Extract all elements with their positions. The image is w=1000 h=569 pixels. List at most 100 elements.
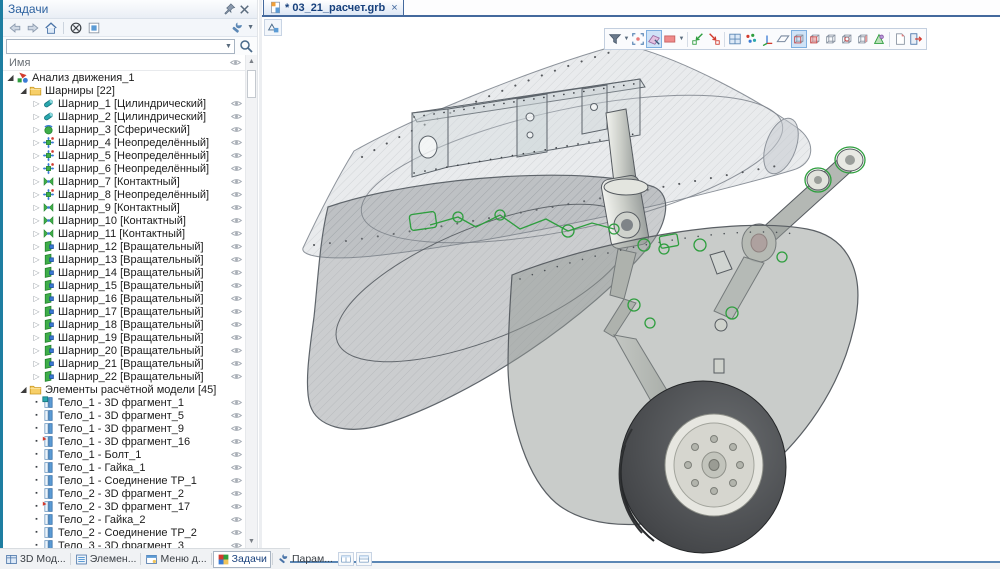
eye-icon[interactable] [230, 318, 243, 331]
eye-icon[interactable] [230, 396, 243, 409]
expander-collapsed[interactable]: ▷ [31, 370, 42, 383]
highlight-color-button[interactable] [662, 30, 678, 48]
cancel-red-button[interactable] [706, 30, 722, 48]
tree-row[interactable]: ▷Шарнир_20 [Вращательный] [3, 344, 246, 357]
tree-row[interactable]: ▷Шарнир_9 [Контактный] [3, 201, 246, 214]
scroll-up-icon[interactable]: ▲ [246, 55, 257, 68]
chevron-down-icon[interactable]: ▼ [223, 43, 234, 50]
eye-icon[interactable] [230, 279, 243, 292]
target-button[interactable] [67, 20, 85, 36]
expander-collapsed[interactable]: ▷ [31, 279, 42, 292]
eye-icon[interactable] [230, 513, 243, 526]
eye-icon[interactable] [230, 292, 243, 305]
tree-row[interactable]: ▷Шарнир_15 [Вращательный] [3, 279, 246, 292]
fit-selection-button[interactable] [630, 30, 646, 48]
eye-icon[interactable] [230, 435, 243, 448]
show-axes-button[interactable] [759, 30, 775, 48]
expander-collapsed[interactable]: ▷ [31, 175, 42, 188]
tree-row[interactable]: ▷Шарнир_19 [Вращательный] [3, 331, 246, 344]
eye-icon[interactable] [230, 409, 243, 422]
windows-layout-button[interactable] [727, 30, 743, 48]
expander-expanded[interactable]: ◢ [18, 84, 29, 97]
tree-row[interactable]: ▷Шарнир_14 [Вращательный] [3, 266, 246, 279]
tab-3d-model[interactable]: 3D Мод... [2, 551, 69, 568]
select-faces-button[interactable] [646, 30, 662, 48]
eye-icon[interactable] [230, 500, 243, 513]
tab-params[interactable]: Парам... [274, 551, 336, 568]
tree-row[interactable]: ▪Тело_1 - 3D фрагмент_1 [3, 396, 246, 409]
eye-icon[interactable] [230, 188, 243, 201]
chevron-down-icon[interactable]: ▼ [623, 36, 630, 42]
display-prism-button[interactable] [871, 30, 887, 48]
eye-icon[interactable] [230, 526, 243, 539]
eye-icon[interactable] [230, 97, 243, 110]
show-points-button[interactable] [743, 30, 759, 48]
tree-row[interactable]: ▪Тело_2 - Соединение ТР_2 [3, 526, 246, 539]
tab-tasks[interactable]: Задачи [213, 551, 271, 568]
expander-expanded[interactable]: ◢ [18, 383, 29, 396]
tree-row[interactable]: ▷Шарнир_7 [Контактный] [3, 175, 246, 188]
eye-icon[interactable] [230, 201, 243, 214]
tree-row[interactable]: ▪Тело_3 - 3D фрагмент_3 [3, 539, 246, 548]
eye-icon[interactable] [230, 461, 243, 474]
expander-collapsed[interactable]: ▷ [31, 162, 42, 175]
viewport-3d[interactable]: ▼▼ [262, 17, 1000, 561]
expander-collapsed[interactable]: ▷ [31, 110, 42, 123]
frame-button[interactable] [85, 20, 103, 36]
eye-icon[interactable] [230, 110, 243, 123]
tree-row[interactable]: ▷Шарнир_18 [Вращательный] [3, 318, 246, 331]
eye-icon[interactable] [230, 149, 243, 162]
expander-collapsed[interactable]: ▷ [31, 214, 42, 227]
display-wireframe-button[interactable] [791, 30, 807, 48]
expander-collapsed[interactable]: ▷ [31, 292, 42, 305]
close-panel-button[interactable] [237, 2, 252, 17]
forward-button[interactable] [24, 20, 42, 36]
tree-row[interactable]: ▷Шарнир_11 [Контактный] [3, 227, 246, 240]
eye-icon[interactable] [230, 474, 243, 487]
eye-icon[interactable] [230, 227, 243, 240]
tree-row[interactable]: ▷Шарнир_16 [Вращательный] [3, 292, 246, 305]
expander-collapsed[interactable]: ▷ [31, 97, 42, 110]
tree-row[interactable]: ▪Тело_1 - 3D фрагмент_9 [3, 422, 246, 435]
expander-collapsed[interactable]: ▷ [31, 318, 42, 331]
tree-row[interactable]: ◢Элементы расчётной модели [45] [3, 383, 246, 396]
tools-button[interactable] [228, 20, 246, 36]
expander-collapsed[interactable]: ▷ [31, 331, 42, 344]
tree-row[interactable]: ▷Шарнир_17 [Вращательный] [3, 305, 246, 318]
expander-collapsed[interactable]: ▷ [31, 253, 42, 266]
expander-collapsed[interactable]: ▷ [31, 240, 42, 253]
chevron-down-icon[interactable]: ▼ [678, 36, 685, 42]
selector-filter-button[interactable] [607, 30, 623, 48]
eye-icon[interactable] [230, 136, 243, 149]
chevron-down-icon[interactable]: ▼ [247, 24, 254, 31]
tree-column-header[interactable]: Имя [3, 55, 246, 71]
eye-icon[interactable] [230, 214, 243, 227]
eye-icon[interactable] [230, 305, 243, 318]
eye-icon[interactable] [230, 162, 243, 175]
eye-icon[interactable] [230, 344, 243, 357]
eye-icon[interactable] [230, 240, 243, 253]
tree-row[interactable]: ▪Тело_2 - 3D фрагмент_17 [3, 500, 246, 513]
eye-icon[interactable] [230, 123, 243, 136]
show-workplanes-button[interactable] [775, 30, 791, 48]
expander-expanded[interactable]: ◢ [5, 71, 16, 84]
tree-row[interactable]: ▷Шарнир_13 [Вращательный] [3, 253, 246, 266]
tree-row[interactable]: ▷Шарнир_8 [Неопределённый] [3, 188, 246, 201]
tree-row[interactable]: ▷Шарнир_6 [Неопределённый] [3, 162, 246, 175]
tree-row[interactable]: ▷Шарнир_3 [Сферический] [3, 123, 246, 136]
expander-collapsed[interactable]: ▷ [31, 149, 42, 162]
eye-icon[interactable] [230, 357, 243, 370]
tab-close-icon[interactable]: × [391, 3, 397, 13]
home-button[interactable] [42, 20, 60, 36]
display-shaded-button[interactable] [855, 30, 871, 48]
tree-row[interactable]: ▪Тело_2 - 3D фрагмент_2 [3, 487, 246, 500]
layout-columns-button[interactable] [338, 552, 354, 566]
scrollbar-thumb[interactable] [247, 70, 256, 98]
scene-structure-button[interactable] [264, 19, 282, 36]
eye-icon[interactable] [230, 422, 243, 435]
eye-icon[interactable] [230, 253, 243, 266]
tree-row[interactable]: ▷Шарнир_4 [Неопределённый] [3, 136, 246, 149]
tab-elements[interactable]: Элемен... [72, 551, 140, 568]
eye-icon[interactable] [230, 487, 243, 500]
tree-row[interactable]: ▷Шарнир_5 [Неопределённый] [3, 149, 246, 162]
